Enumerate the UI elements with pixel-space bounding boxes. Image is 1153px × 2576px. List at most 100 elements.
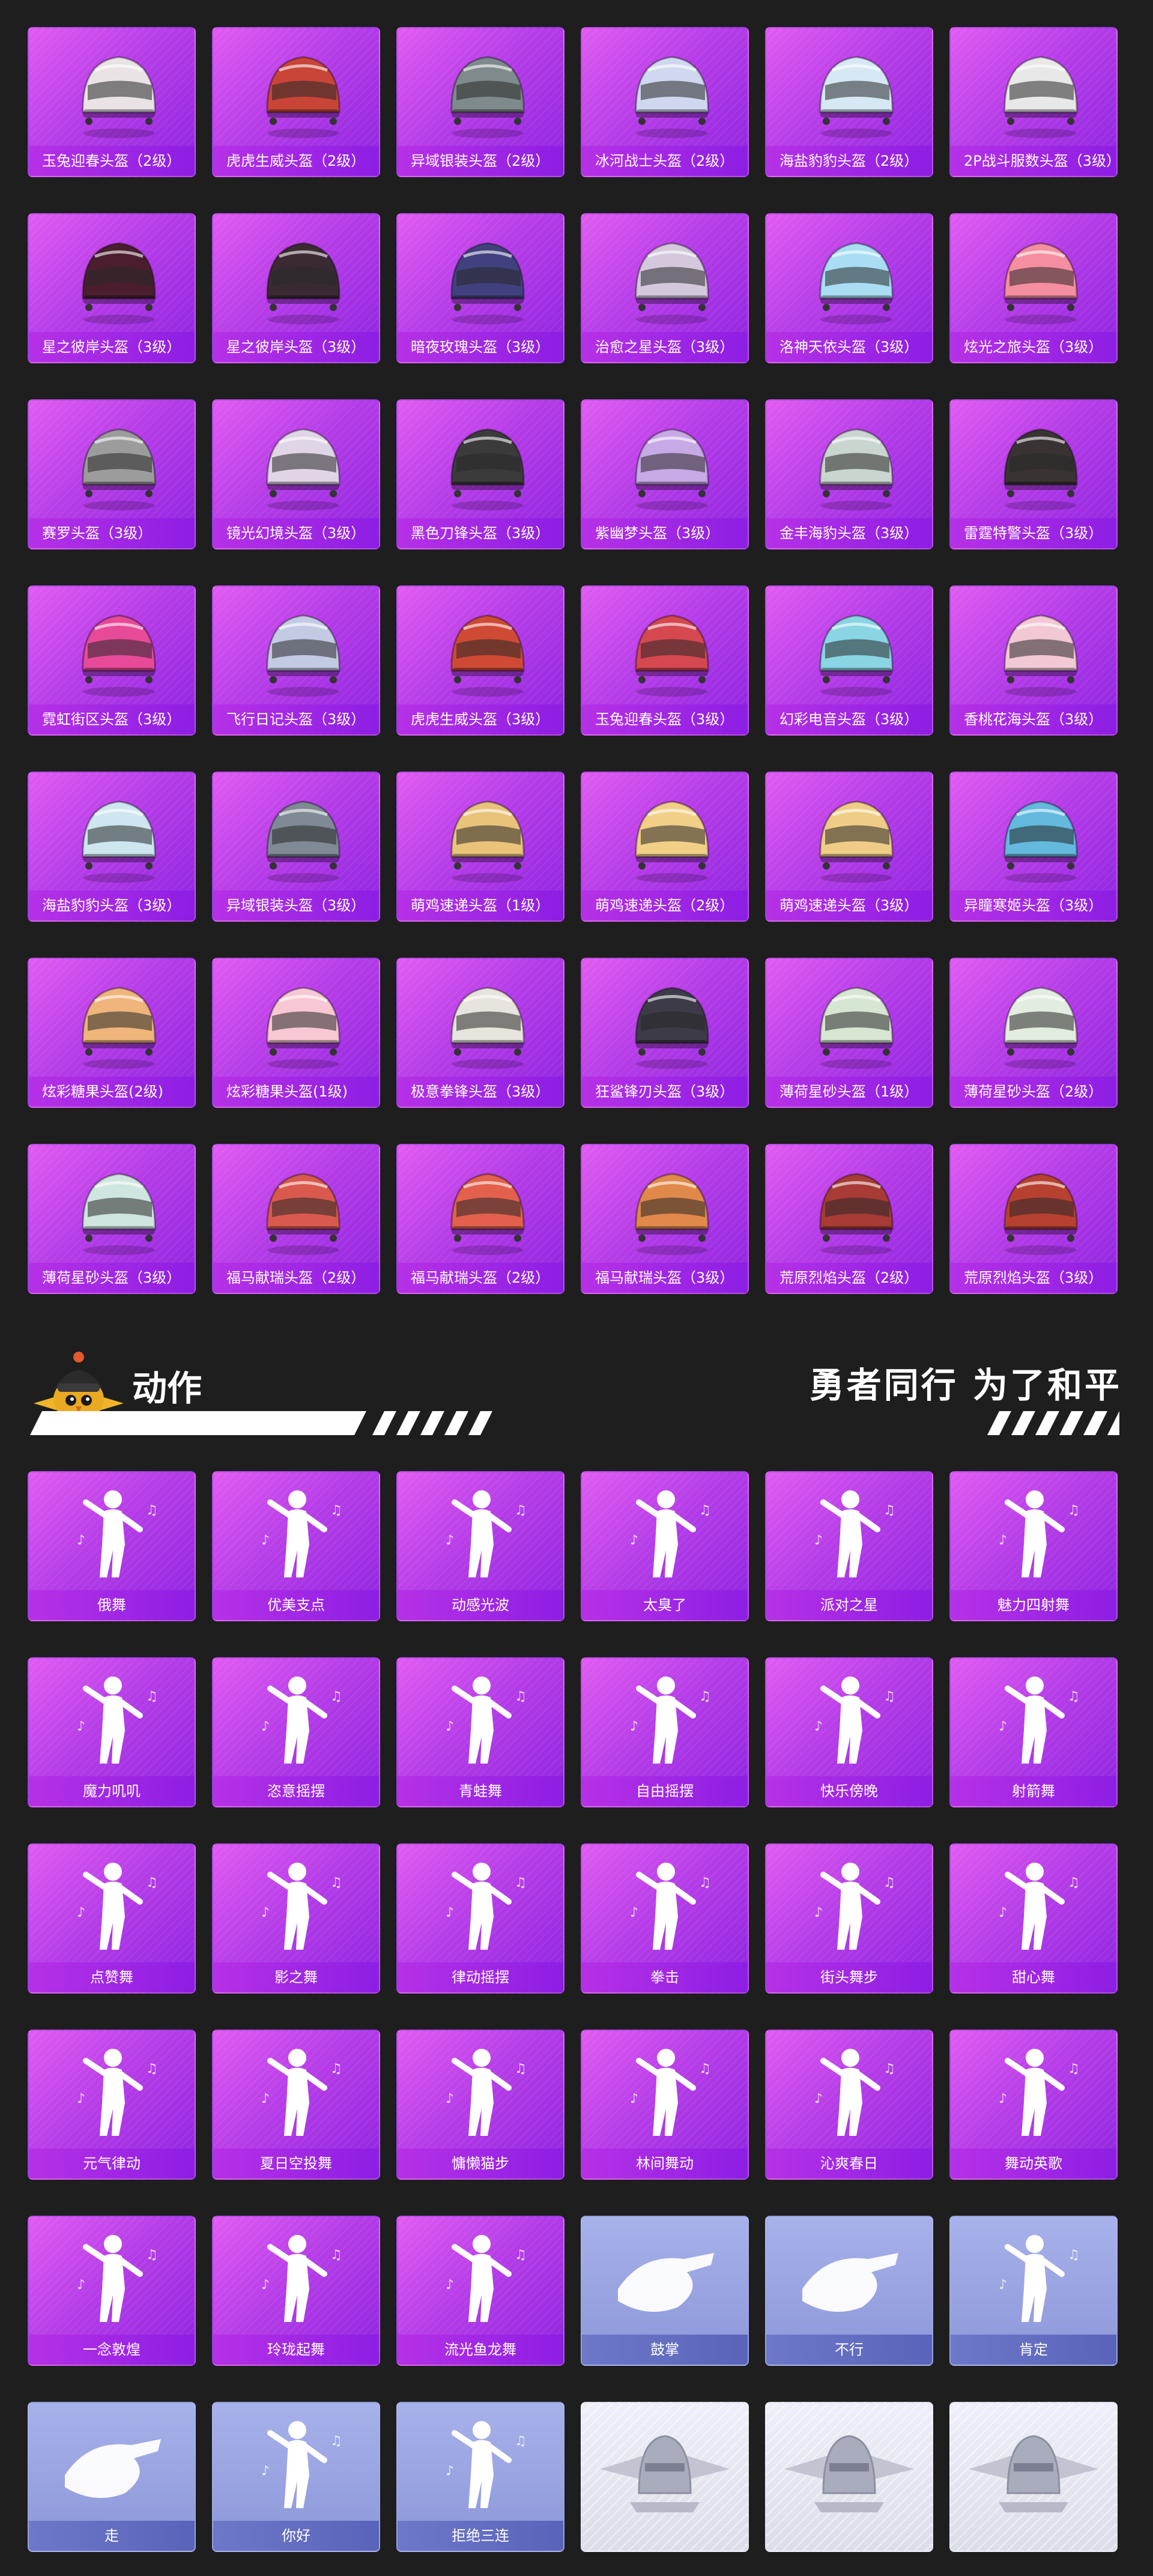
- item-card[interactable]: ♪ ♫ 流光鱼龙舞: [396, 2216, 564, 2366]
- item-card[interactable]: ♪ ♫ 夏日空投舞: [212, 2030, 380, 2180]
- item-card[interactable]: 异域银装头盔（2级）: [396, 27, 564, 177]
- item-card[interactable]: 炫彩糖果头盔(1级): [212, 958, 380, 1108]
- item-card[interactable]: 星之彼岸头盔（3级）: [212, 213, 380, 363]
- item-card[interactable]: ♪ ♫ 街头舞步: [765, 1843, 933, 1994]
- item-card[interactable]: 赛罗头盔（3级）: [28, 399, 196, 549]
- item-card[interactable]: 治愈之星头盔（3级）: [581, 213, 749, 363]
- item-card[interactable]: ♪ ♫ 一念敦煌: [28, 2216, 196, 2366]
- svg-text:♪: ♪: [814, 1533, 823, 1548]
- item-card[interactable]: ♪ ♫ 自由摇摆: [581, 1657, 749, 1807]
- item-card[interactable]: 黑色刀锋头盔（3级）: [396, 399, 564, 549]
- item-card[interactable]: 不行: [765, 2216, 933, 2366]
- item-card[interactable]: ♪ ♫ 动感光波: [396, 1471, 564, 1621]
- item-card[interactable]: ♪ ♫ 你好: [212, 2402, 380, 2552]
- item-card[interactable]: ♪ ♫ 拳击: [581, 1843, 749, 1994]
- svg-text:♪: ♪: [814, 1905, 823, 1920]
- item-card[interactable]: ♪ ♫ 甜心舞: [949, 1843, 1118, 1994]
- item-card[interactable]: 海盐豹豹头盔（3级）: [28, 772, 196, 922]
- item-card[interactable]: 萌鸡速递头盔（2级）: [581, 772, 749, 922]
- svg-text:♫: ♫: [699, 1503, 711, 1518]
- item-card[interactable]: [949, 2402, 1118, 2552]
- item-card[interactable]: 萌鸡速递头盔（1级）: [396, 772, 564, 922]
- svg-text:♫: ♫: [330, 1689, 342, 1704]
- slogan-text: 勇者同行 为了和平: [809, 1365, 1122, 1406]
- item-card[interactable]: 萌鸡速递头盔（3级）: [765, 772, 933, 922]
- helmet-row: 炫彩糖果头盔(2级) 炫彩糖果头盔(1级) 极意拳锋头盔（3级） 狂鲨锋刃头盔（…: [28, 958, 1121, 1108]
- item-card[interactable]: 异域银装头盔（3级）: [212, 772, 380, 922]
- item-card[interactable]: ♪ ♫ 快乐傍晚: [765, 1657, 933, 1807]
- item-card[interactable]: 薄荷星砂头盔（3级）: [28, 1144, 196, 1294]
- item-card[interactable]: ♪ ♫ 沁爽春日: [765, 2030, 933, 2180]
- item-card[interactable]: ♪ ♫ 优美支点: [212, 1471, 380, 1621]
- item-card[interactable]: 紫幽梦头盔（3级）: [581, 399, 749, 549]
- item-card[interactable]: ♪ ♫ 派对之星: [765, 1471, 933, 1621]
- item-card[interactable]: 玉兔迎春头盔（3级）: [581, 585, 749, 736]
- item-card[interactable]: 福马献瑞头盔（2级）: [396, 1144, 564, 1294]
- item-card[interactable]: 荒原烈焰头盔（2级）: [765, 1144, 933, 1294]
- item-label: 洛神天依头盔（3级）: [766, 332, 932, 362]
- svg-text:♫: ♫: [1068, 1503, 1080, 1518]
- item-card[interactable]: ♪ ♫ 拒绝三连: [396, 2402, 564, 2552]
- item-card[interactable]: [765, 2402, 933, 2552]
- svg-text:♪: ♪: [261, 1719, 270, 1734]
- svg-text:♪: ♪: [77, 1905, 85, 1920]
- item-card[interactable]: 炫彩糖果头盔(2级): [28, 958, 196, 1108]
- item-card[interactable]: 虎虎生威头盔（3级）: [396, 585, 564, 736]
- item-card[interactable]: 走: [28, 2402, 196, 2552]
- item-card[interactable]: ♪ ♫ 影之舞: [212, 1843, 380, 1994]
- item-card[interactable]: ♪ ♫ 点赞舞: [28, 1843, 196, 1994]
- item-card[interactable]: 霓虹街区头盔（3级）: [28, 585, 196, 736]
- item-card[interactable]: 海盐豹豹头盔（2级）: [765, 27, 933, 177]
- item-card[interactable]: 薄荷星砂头盔（2级）: [949, 958, 1118, 1108]
- svg-text:♫: ♫: [515, 1875, 527, 1890]
- item-card[interactable]: ♪ ♫ 恣意摇摆: [212, 1657, 380, 1807]
- item-card[interactable]: 虎虎生威头盔（2级）: [212, 27, 380, 177]
- item-card[interactable]: ♪ ♫ 肯定: [949, 2216, 1118, 2366]
- item-card[interactable]: ♪ ♫ 慵懒猫步: [396, 2030, 564, 2180]
- dancer-icon: ♪ ♫: [951, 1658, 1116, 1776]
- item-card[interactable]: 炫光之旅头盔（3级）: [949, 213, 1118, 363]
- item-card[interactable]: 薄荷星砂头盔（1级）: [765, 958, 933, 1108]
- mirror-helmet-icon: [213, 401, 379, 518]
- item-card[interactable]: 幻彩电音头盔（3级）: [765, 585, 933, 736]
- item-card[interactable]: 香桃花海头盔（3级）: [949, 585, 1118, 736]
- item-label: 霓虹街区头盔（3级）: [29, 704, 195, 734]
- item-card[interactable]: 玉兔迎春头盔（2级）: [28, 27, 196, 177]
- item-card[interactable]: 狂鲨锋刃头盔（3级）: [581, 958, 749, 1108]
- item-card[interactable]: ♪ ♫ 射箭舞: [949, 1657, 1118, 1807]
- item-card[interactable]: 镜光幻境头盔（3级）: [212, 399, 380, 549]
- item-card[interactable]: ♪ ♫ 元气律动: [28, 2030, 196, 2180]
- svg-text:♫: ♫: [330, 2434, 342, 2449]
- helmet-row: 玉兔迎春头盔（2级） 虎虎生威头盔（2级） 异域银装头盔（2级） 冰河战士头盔（…: [28, 27, 1121, 177]
- emote-section-header: 动作 勇者同行 为了和平: [0, 1309, 1153, 1441]
- item-card[interactable]: 福马献瑞头盔（3级）: [581, 1144, 749, 1294]
- dancer-icon: ♪ ♫: [29, 2217, 195, 2335]
- item-card[interactable]: 金丰海豹头盔（3级）: [765, 399, 933, 549]
- item-card[interactable]: 异瞳寒姬头盔（3级）: [949, 772, 1118, 922]
- item-card[interactable]: ♪ ♫ 舞动英歌: [949, 2030, 1118, 2180]
- item-card[interactable]: ♪ ♫ 魅力四射舞: [949, 1471, 1118, 1621]
- item-card[interactable]: 极意拳锋头盔（3级）: [396, 958, 564, 1108]
- horse-helmet-icon: [398, 1145, 563, 1263]
- item-card[interactable]: 飞行日记头盔（3级）: [212, 585, 380, 736]
- item-card[interactable]: 冰河战士头盔（2级）: [581, 27, 749, 177]
- item-card[interactable]: [581, 2402, 749, 2552]
- item-card[interactable]: 2P战斗服数头盔（3级）: [949, 27, 1118, 177]
- item-card[interactable]: ♪ ♫ 俄舞: [28, 1471, 196, 1621]
- dancer-icon: ♪ ♫: [213, 1658, 379, 1776]
- item-card[interactable]: 鼓掌: [581, 2216, 749, 2366]
- item-card[interactable]: 洛神天依头盔（3级）: [765, 213, 933, 363]
- svg-text:♪: ♪: [999, 1533, 1007, 1548]
- item-label: 幻彩电音头盔（3级）: [766, 704, 932, 734]
- item-card[interactable]: 荒原烈焰头盔（3级）: [949, 1144, 1118, 1294]
- item-card[interactable]: 雷霆特警头盔（3级）: [949, 399, 1118, 549]
- item-card[interactable]: ♪ ♫ 青蛙舞: [396, 1657, 564, 1807]
- item-card[interactable]: 暗夜玫瑰头盔（3级）: [396, 213, 564, 363]
- item-card[interactable]: ♪ ♫ 魔力叽叽: [28, 1657, 196, 1807]
- item-card[interactable]: 福马献瑞头盔（2级）: [212, 1144, 380, 1294]
- item-card[interactable]: ♪ ♫ 太臭了: [581, 1471, 749, 1621]
- item-card[interactable]: 星之彼岸头盔（3级）: [28, 213, 196, 363]
- item-card[interactable]: ♪ ♫ 玲珑起舞: [212, 2216, 380, 2366]
- item-card[interactable]: ♪ ♫ 林间舞动: [581, 2030, 749, 2180]
- item-card[interactable]: ♪ ♫ 律动摇摆: [396, 1843, 564, 1994]
